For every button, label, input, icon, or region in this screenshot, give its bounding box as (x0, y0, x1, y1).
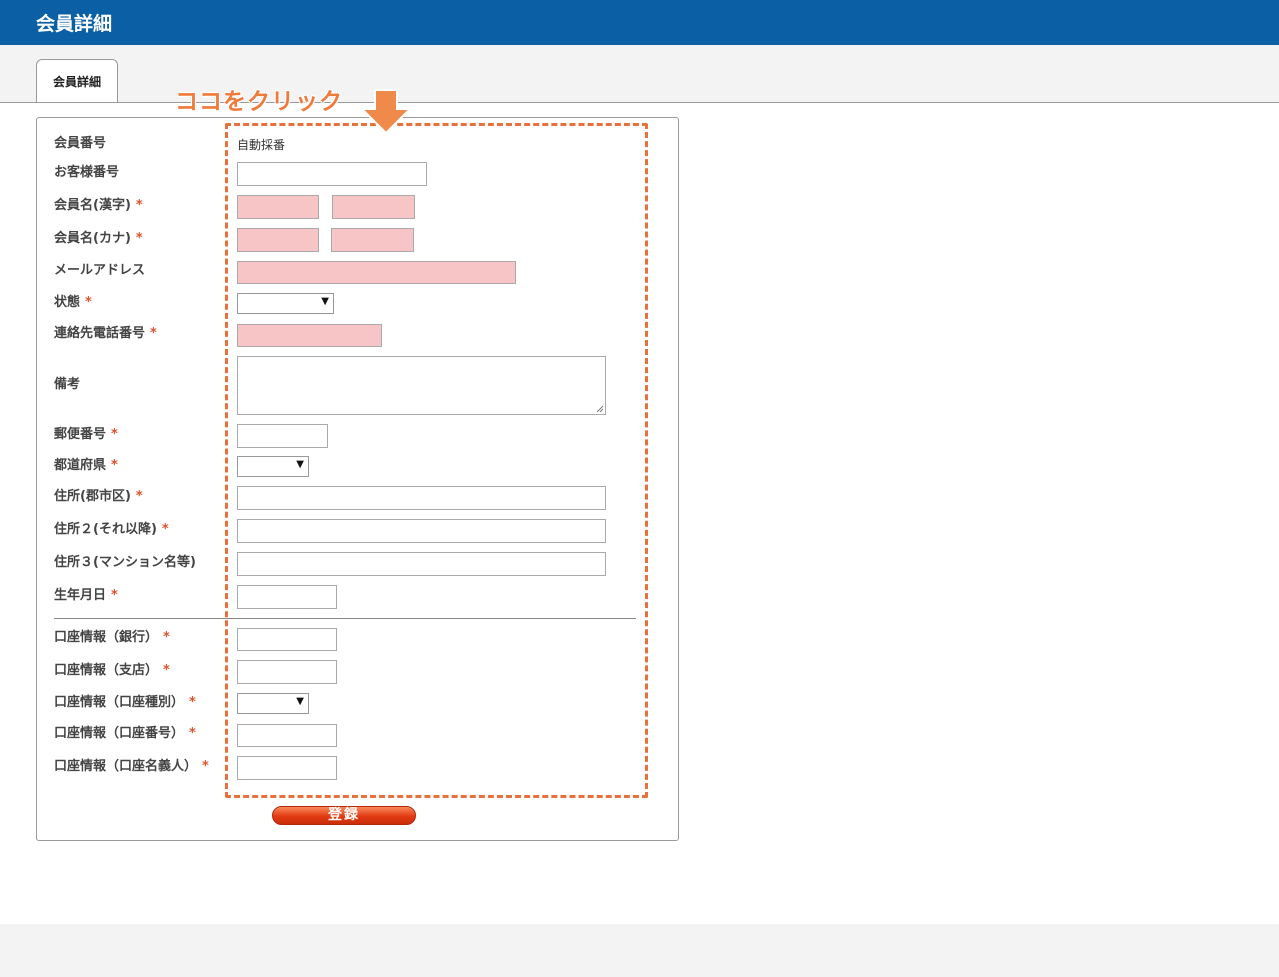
required-mark: * (150, 326, 157, 341)
email-label: メールアドレス (54, 263, 146, 278)
account-no-label: 口座情報（口座番号） * (54, 726, 196, 741)
tab-member-detail[interactable]: 会員詳細 (36, 59, 118, 102)
click-here-highlight (225, 123, 648, 798)
member-no-label: 会員番号 (54, 136, 107, 151)
postal-label: 郵便番号 * (54, 427, 118, 442)
tab-label: 会員詳細 (52, 75, 101, 89)
required-mark: * (111, 427, 118, 442)
required-mark: * (163, 663, 170, 678)
footer-bar (0, 924, 1279, 977)
header-bar: 会員詳細 (0, 0, 1279, 45)
account-type-label: 口座情報（口座種別） * (54, 695, 196, 710)
branch-label: 口座情報（支店） * (54, 663, 170, 678)
page-title: 会員詳細 (36, 13, 113, 35)
required-mark: * (111, 588, 118, 603)
phone-label: 連絡先電話番号 * (54, 326, 157, 341)
name-kanji-label: 会員名(漢字) * (54, 198, 143, 213)
required-mark: * (202, 759, 209, 774)
address1-label: 住所(郡市区) * (54, 489, 143, 504)
status-label: 状態 * (54, 295, 92, 310)
customer-no-label: お客様番号 (54, 165, 120, 180)
required-mark: * (135, 231, 143, 246)
arrow-down-icon (360, 89, 412, 135)
notes-label: 備考 (54, 377, 81, 392)
required-mark: * (111, 458, 118, 473)
account-name-label: 口座情報（口座名義人） * (54, 759, 209, 774)
required-mark: * (161, 522, 169, 537)
name-kana-label: 会員名(カナ) * (54, 231, 143, 246)
required-mark: * (189, 695, 196, 710)
required-mark: * (163, 630, 170, 645)
address3-label: 住所３(マンション名等) (54, 555, 196, 570)
required-mark: * (135, 198, 143, 213)
prefecture-label: 都道府県 * (54, 458, 118, 473)
register-button[interactable]: 登録 (272, 806, 416, 825)
required-mark: * (189, 726, 196, 741)
click-here-callout: ココをクリック (175, 89, 343, 115)
address2-label: 住所２(それ以降) * (54, 522, 169, 537)
required-mark: * (135, 489, 143, 504)
bank-label: 口座情報（銀行） * (54, 630, 170, 645)
birthday-label: 生年月日 * (54, 588, 118, 603)
required-mark: * (85, 295, 92, 310)
